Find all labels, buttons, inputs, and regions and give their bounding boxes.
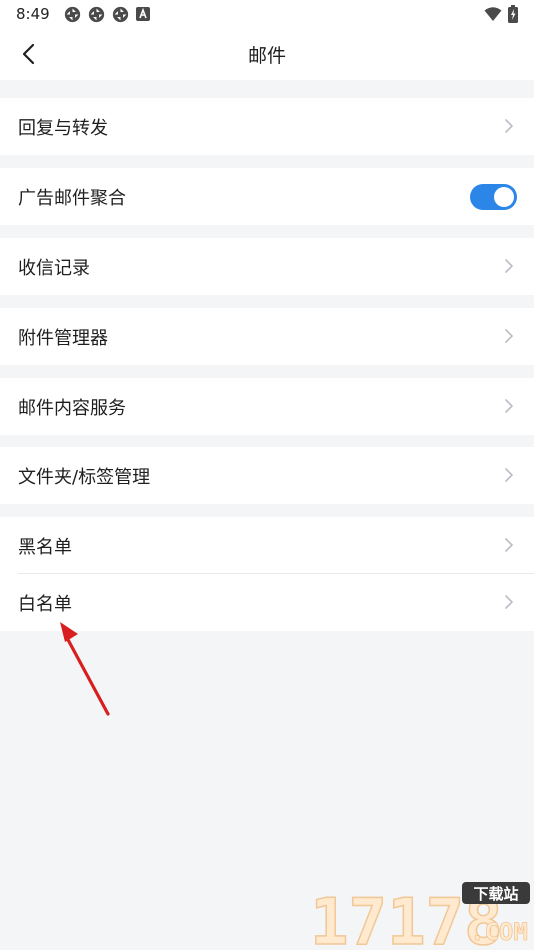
settings-group-lists: 黑名单 白名单 [0,517,534,631]
settings-item-folder-tag-manage[interactable]: 文件夹/标签管理 [0,447,534,504]
settings-item-label: 白名单 [18,593,72,615]
watermark-badge: 下载站 [473,885,518,903]
chevron-right-icon [505,329,514,343]
watermark-logo: 17178 下载站 .COM [309,882,530,950]
sync-icon [64,6,80,22]
settings-group-content: 邮件内容服务 [0,378,534,435]
status-bar: 8:49 [0,0,534,28]
settings-item-reply-forward[interactable]: 回复与转发 [0,98,534,155]
settings-item-attachment-manager[interactable]: 附件管理器 [0,308,534,365]
status-right-icons [484,5,518,23]
settings-group-folder: 文件夹/标签管理 [0,447,534,504]
status-time: 8:49 [16,5,50,23]
settings-item-label: 邮件内容服务 [18,397,126,419]
sync-icon [88,6,104,22]
settings-item-receive-log[interactable]: 收信记录 [0,238,534,295]
settings-item-label: 收信记录 [18,257,90,279]
chevron-right-icon [505,259,514,273]
chevron-right-icon [505,595,514,609]
watermark-domain: .COM [470,918,528,946]
toggle-knob [494,187,514,207]
title-bar: 邮件 [0,28,534,80]
status-left-icons [64,6,150,23]
settings-item-blacklist[interactable]: 黑名单 [0,517,534,574]
chevron-right-icon [505,538,514,552]
chevron-left-icon [22,43,35,65]
settings-item-label: 回复与转发 [18,117,108,139]
settings-item-label: 附件管理器 [18,327,108,349]
sync-icon [112,6,128,22]
chevron-right-icon [505,468,514,482]
wifi-icon [484,7,502,21]
settings-item-ad-aggregation: 广告邮件聚合 [0,168,534,225]
chevron-right-icon [505,399,514,413]
back-button[interactable] [14,40,42,68]
settings-item-label: 黑名单 [18,536,72,558]
settings-item-label: 广告邮件聚合 [18,187,126,209]
page-title: 邮件 [247,44,286,67]
a-icon [135,7,150,21]
battery-icon [508,5,518,23]
ad-aggregation-toggle[interactable] [470,184,517,210]
settings-group-receive: 收信记录 [0,238,534,295]
chevron-right-icon [505,119,514,133]
settings-group-ad: 广告邮件聚合 [0,168,534,225]
settings-group-attachment: 附件管理器 [0,308,534,365]
settings-group-reply: 回复与转发 [0,98,534,155]
settings-item-label: 文件夹/标签管理 [18,466,151,488]
settings-item-mail-content-service[interactable]: 邮件内容服务 [0,378,534,435]
annotation-arrow-icon [60,622,110,716]
